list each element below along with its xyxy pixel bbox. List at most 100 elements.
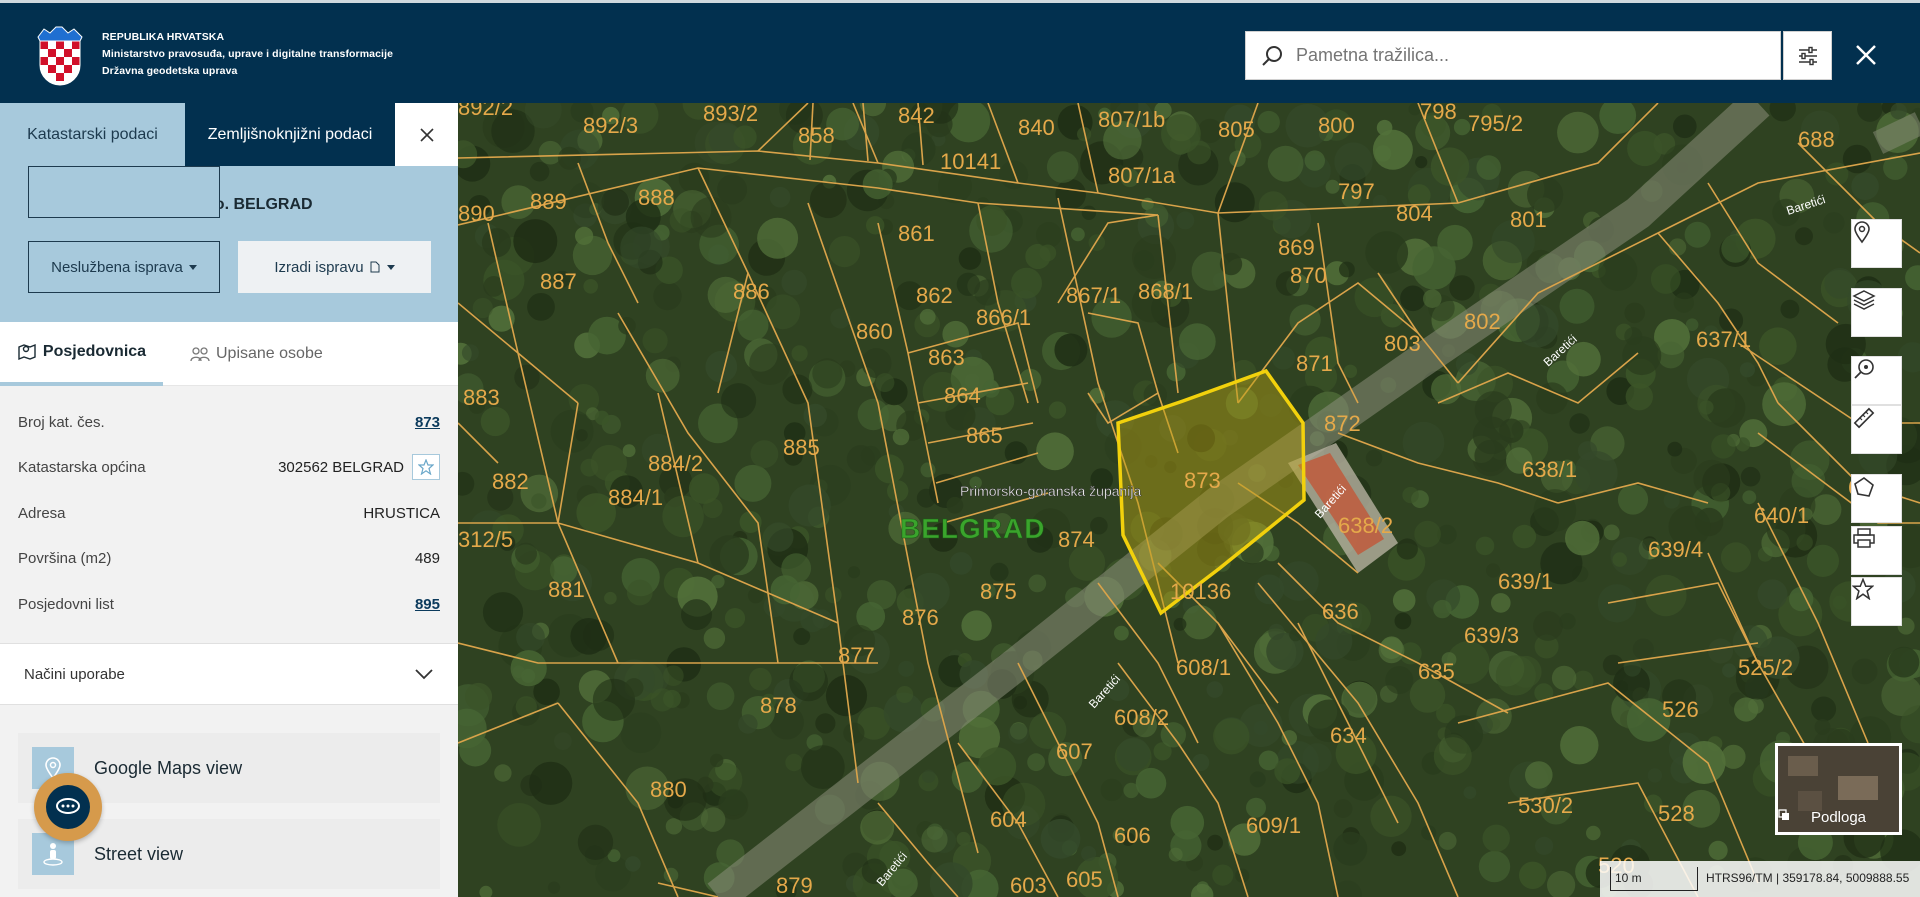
parcel-number-link[interactable]: 873 [415,414,440,431]
map-canvas[interactable]: Primorsko-goranska županija BELGRAD Bare… [458,103,1920,897]
parcel-label-867-1: 867/1 [1066,283,1121,308]
parcel-label-528: 528 [1658,801,1695,826]
caret-down-icon [188,264,197,270]
layers-icon [1852,290,1876,310]
parcel-label-605: 605 [1066,867,1103,892]
usage-accordion[interactable]: Načini uporabe [0,643,458,705]
close-sidebar-button[interactable] [395,103,458,166]
create-document-button[interactable]: Izradi ispravu [238,241,431,293]
search-box[interactable] [1245,31,1781,80]
parcel-label-804: 804 [1396,201,1433,226]
parcel-label-881: 881 [548,577,585,602]
parcel-label-862: 862 [916,283,953,308]
parcel-label-637-1: 637/1 [1696,327,1751,352]
parcel-label-607: 607 [1056,739,1093,764]
close-icon [1856,45,1876,65]
unofficial-document-button[interactable]: Neslužbena isprava [28,241,220,293]
tab-possession[interactable]: Posjedovnica [0,322,163,386]
draw-polygon-button[interactable] [1851,474,1902,523]
parcel-label-807-1b: 807/1b [1098,107,1165,132]
favorite-button[interactable] [412,454,440,480]
parcel-label-861: 861 [898,221,935,246]
parcel-label-884-2: 884/2 [648,451,703,476]
print-icon [1853,528,1875,548]
scale-line: 10 m [1610,867,1698,891]
region-label: Primorsko-goranska županija [960,483,1142,499]
filter-button[interactable] [1783,31,1832,80]
ministry-name: Ministarstvo pravosuđa, uprave i digital… [102,48,394,60]
parcel-label-803: 803 [1384,331,1421,356]
parcel-label-640-1: 640/1 [1754,503,1809,528]
close-icon [419,127,434,142]
parcel-label-10141: 10141 [940,149,1001,174]
parcel-label-525-2: 525/2 [1738,655,1793,680]
parcel-label-886: 886 [733,279,770,304]
search-map-icon [1854,359,1874,379]
parcel-label-603: 603 [1010,873,1047,897]
parcel-label-606: 606 [1114,823,1151,848]
parcel-label-798: 798 [1420,103,1457,124]
map-view[interactable]: Primorsko-goranska županija BELGRAD Bare… [458,103,1920,897]
parcel-label-864: 864 [944,383,981,408]
row-possession-sheet: Posjedovni list 895 [18,595,440,613]
location-button[interactable] [1851,219,1902,268]
parcel-label-638-2: 638/2 [1338,513,1393,538]
tab-cadastre[interactable]: Katastarski podaci [0,103,185,166]
parcel-label-801: 801 [1510,207,1547,232]
parcel-label-876: 876 [902,605,939,630]
search-input[interactable] [1296,45,1756,66]
search-map-button[interactable] [1851,356,1902,405]
parcel-label-869: 869 [1278,235,1315,260]
row-area: Površina (m2) 489 [18,549,440,567]
chat-bubble-icon [56,798,80,814]
parcel-label-639-3: 639/3 [1464,623,1519,648]
parcel-label-609-1: 609/1 [1246,813,1301,838]
chevron-down-icon [415,669,433,680]
parcel-label-879: 879 [776,873,813,897]
info-tabs: Posjedovnica Upisane osobe [0,322,458,386]
layers-button[interactable] [1851,288,1902,337]
parcel-label-884-1: 884/1 [608,485,663,510]
chat-button[interactable] [34,773,102,841]
print-button[interactable] [1851,526,1902,575]
measure-button[interactable] [1851,405,1902,454]
favorites-button[interactable] [1851,577,1902,626]
parcel-label-10136: 10136 [1170,579,1231,604]
parcel-label-892-2: 892/2 [458,103,513,120]
agency-name: Državna geodetska uprava [102,65,238,77]
parcel-label-883: 883 [463,385,500,410]
polygon-icon [1854,477,1874,497]
parcel-label-608-2: 608/2 [1114,705,1169,730]
possession-sheet-link[interactable]: 895 [415,596,440,613]
caret-down-icon [386,264,395,270]
parcel-label-880: 880 [650,777,687,802]
parcel-label-893-2: 893/2 [703,103,758,126]
people-icon [190,347,210,362]
parcel-label-526: 526 [1662,697,1699,722]
row-municipality: Katastarska općina 302562 BELGRAD [18,453,440,481]
parcel-info-list: Broj kat. čes. 873 Katastarska općina 30… [0,386,458,644]
row-parcel-number: Broj kat. čes. 873 [18,413,440,431]
parcel-label-882: 882 [492,469,529,494]
logo[interactable]: REPUBLIKA HRVATSKA Ministarstvo pravosuđ… [36,21,393,87]
parcel-label-866-1: 866/1 [976,305,1031,330]
parcel-label-860: 860 [856,319,893,344]
parcel-label-802: 802 [1464,309,1501,334]
parcel-label-863: 863 [928,345,965,370]
parcel-label-873: 873 [1184,468,1221,493]
parcel-label-604: 604 [990,807,1027,832]
tab-landbook[interactable]: Zemljišnoknjižni podaci [185,103,395,166]
parcel-label-636: 636 [1322,599,1359,624]
tab-persons[interactable]: Upisane osobe [190,322,323,386]
parcel-label-872: 872 [1324,411,1361,436]
coordinates-readout: HTRS96/TM | 359178.84, 5009888.55 [1706,871,1910,885]
star-icon [1852,578,1874,600]
parcel-label-634: 634 [1330,723,1367,748]
basemap-switcher[interactable]: Podloga [1775,743,1902,835]
close-app-button[interactable] [1848,37,1884,73]
parcel-label-892-3: 892/3 [583,113,638,138]
parcel-label-878: 878 [760,693,797,718]
parcel-label-688: 688 [1798,127,1835,152]
parcel-label-530-2: 530/2 [1518,793,1573,818]
parcel-sidebar: Katastarski podaci Zemljišnoknjižni poda… [0,103,458,897]
